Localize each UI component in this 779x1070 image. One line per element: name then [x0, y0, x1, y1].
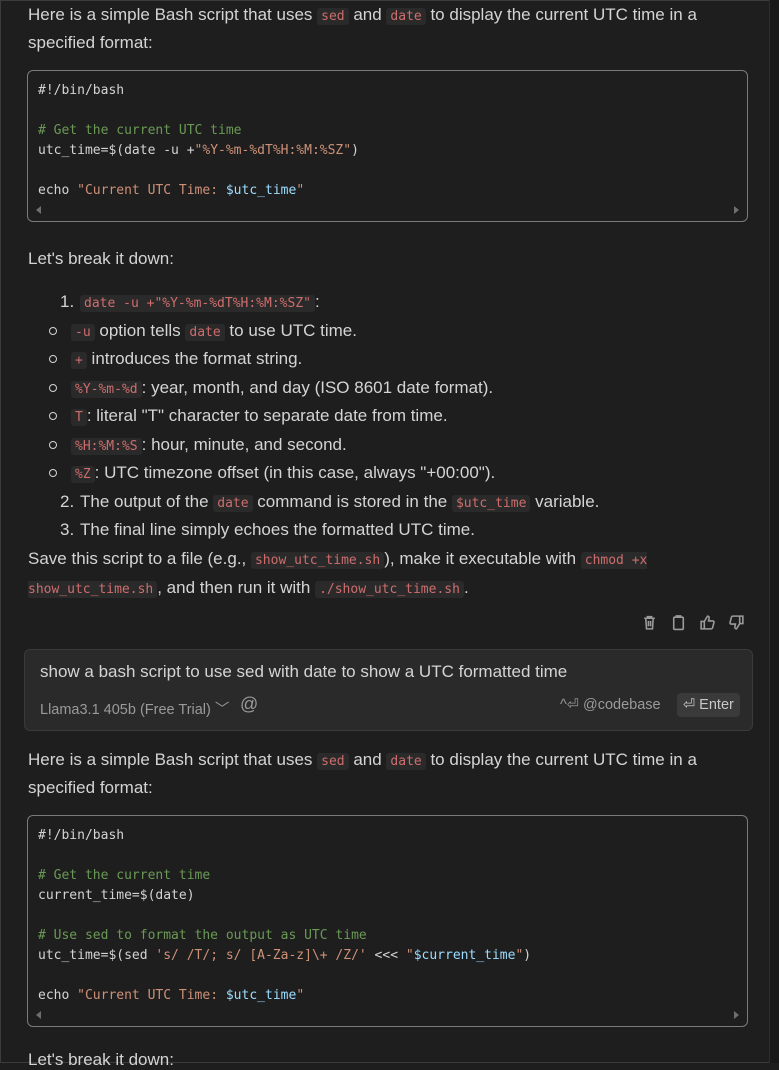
message-actions — [641, 614, 745, 631]
model-selector[interactable]: Llama3.1 405b (Free Trial) ﹀ — [40, 698, 229, 719]
copy-icon[interactable] — [670, 614, 687, 631]
trash-icon[interactable] — [641, 614, 658, 631]
sub-list-item: %Y-%m-%d: year, month, and day (ISO 8601… — [0, 375, 740, 404]
scroll-right-icon[interactable] — [734, 206, 739, 214]
breakdown-list: 1. date -u +"%Y-%m-%dT%H:%M:%SZ": -u opti… — [49, 289, 740, 544]
sub-list-item: %H:%M:%S: hour, minute, and second. — [0, 432, 740, 461]
scroll-left-icon[interactable] — [36, 206, 41, 214]
scroll-right-icon[interactable] — [734, 1011, 739, 1019]
code-block: #!/bin/bash # Get the current time curre… — [27, 815, 748, 1027]
thumbs-down-icon[interactable] — [728, 614, 745, 631]
horizontal-scrollbar[interactable] — [28, 1006, 747, 1026]
user-prompt-text[interactable]: show a bash script to use sed with date … — [40, 662, 567, 682]
breakdown-heading: Let's break it down: — [28, 249, 174, 268]
horizontal-scrollbar[interactable] — [28, 201, 747, 221]
code-block: #!/bin/bash # Get the current UTC time u… — [27, 70, 748, 222]
list-item: 2. The output of the date command is stor… — [60, 491, 600, 512]
sub-list-item: T: literal "T" character to separate dat… — [0, 403, 740, 432]
user-message-box[interactable]: show a bash script to use sed with date … — [24, 649, 753, 731]
thumbs-up-icon[interactable] — [699, 614, 716, 631]
enter-button[interactable]: ⏎ Enter — [677, 693, 740, 717]
sub-list-item: + introduces the format string. — [0, 346, 740, 375]
sub-list-item: %Z: UTC timezone offset (in this case, a… — [0, 460, 740, 489]
response-intro: Here is a simple Bash script that uses s… — [28, 5, 697, 52]
code-content: #!/bin/bash # Get the current UTC time u… — [38, 83, 359, 198]
sub-list-item: -u option tells date to use UTC time. — [0, 318, 740, 347]
at-mention-icon[interactable]: @ — [240, 694, 258, 715]
scrollbar-track[interactable] — [769, 0, 779, 1063]
save-instructions: Save this script to a file (e.g., show_u… — [28, 549, 648, 598]
list-item: 3. The final line simply echoes the forma… — [60, 520, 475, 539]
chevron-down-icon: ﹀ — [214, 702, 230, 718]
partial-text: Let's break it down: — [28, 1050, 174, 1069]
code-content: #!/bin/bash # Get the current time curre… — [38, 828, 532, 1003]
list-item: 1. date -u +"%Y-%m-%dT%H:%M:%SZ": — [60, 292, 320, 312]
codebase-shortcut[interactable]: ^⏎ @codebase — [560, 697, 661, 713]
response-intro: Here is a simple Bash script that uses s… — [28, 750, 697, 797]
scroll-left-icon[interactable] — [36, 1011, 41, 1019]
